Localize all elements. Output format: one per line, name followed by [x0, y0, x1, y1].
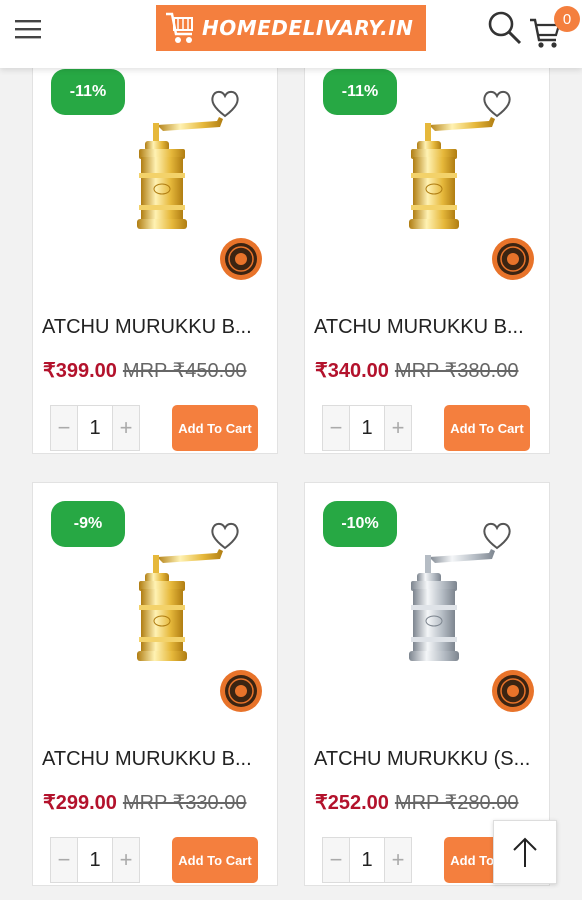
price-row: ₹399.00 MRP ₹450.00: [43, 358, 277, 383]
qty-value[interactable]: 1: [349, 838, 385, 882]
qty-value[interactable]: 1: [77, 406, 113, 450]
discount-badge: -11%: [323, 69, 397, 115]
quality-seal-icon: [220, 238, 262, 280]
price-row: ₹252.00 MRP ₹280.00: [315, 790, 549, 815]
mrp-price: MRP ₹450.00: [122, 360, 247, 382]
product-title[interactable]: ATCHU MURUKKU B...: [42, 748, 274, 771]
qty-increase-button[interactable]: +: [113, 406, 139, 450]
discount-badge: -10%: [323, 501, 397, 547]
quality-seal-icon: [492, 238, 534, 280]
product-image[interactable]: [121, 545, 231, 685]
price-row: ₹340.00 MRP ₹380.00: [315, 358, 549, 383]
quantity-stepper: − 1 +: [50, 405, 140, 451]
sale-price: ₹252.00: [315, 792, 389, 814]
qty-decrease-button[interactable]: −: [323, 406, 349, 450]
product-image[interactable]: [121, 113, 231, 253]
qty-decrease-button[interactable]: −: [51, 838, 77, 882]
qty-increase-button[interactable]: +: [385, 838, 411, 882]
quantity-stepper: − 1 +: [322, 837, 412, 883]
qty-decrease-button[interactable]: −: [323, 838, 349, 882]
search-button[interactable]: [487, 10, 523, 46]
quantity-stepper: − 1 +: [50, 837, 140, 883]
product-title[interactable]: ATCHU MURUKKU B...: [42, 316, 274, 339]
qty-increase-button[interactable]: +: [385, 406, 411, 450]
quality-seal-icon: [492, 670, 534, 712]
product-image[interactable]: [393, 545, 503, 685]
qty-value[interactable]: 1: [77, 838, 113, 882]
sale-price: ₹299.00: [43, 792, 117, 814]
cart-count-badge: 0: [554, 6, 580, 32]
quality-seal-icon: [220, 670, 262, 712]
price-row: ₹299.00 MRP ₹330.00: [43, 790, 277, 815]
discount-badge: -11%: [51, 69, 125, 115]
logo-text: HOMEDELIVARY.IN: [202, 16, 414, 40]
mrp-price: MRP ₹380.00: [394, 360, 519, 382]
sale-price: ₹340.00: [315, 360, 389, 382]
logo-cart-icon: [166, 12, 193, 43]
search-icon: [488, 11, 522, 45]
qty-value[interactable]: 1: [349, 406, 385, 450]
product-card[interactable]: -11% ATCHU MURUK: [32, 60, 278, 454]
product-title[interactable]: ATCHU MURUKKU (S...: [314, 748, 546, 771]
add-to-cart-button[interactable]: Add To Cart: [172, 837, 258, 883]
arrow-up-icon: [513, 837, 537, 867]
product-title[interactable]: ATCHU MURUKKU B...: [314, 316, 546, 339]
discount-badge: -9%: [51, 501, 125, 547]
scroll-to-top-button[interactable]: [493, 820, 557, 884]
menu-button[interactable]: [14, 17, 44, 41]
sale-price: ₹399.00: [43, 360, 117, 382]
product-card[interactable]: -11% ATCHU MURUK: [304, 60, 550, 454]
product-card[interactable]: -9% ATCHU MURUKKU B... ₹299.00 MRP ₹330.…: [32, 482, 278, 886]
product-image[interactable]: [393, 113, 503, 253]
hamburger-icon: [15, 20, 41, 39]
add-to-cart-button[interactable]: Add To Cart: [172, 405, 258, 451]
top-header: HOMEDELIVARY.IN 0: [0, 0, 582, 68]
mrp-price: MRP ₹330.00: [122, 792, 247, 814]
qty-increase-button[interactable]: +: [113, 838, 139, 882]
mrp-price: MRP ₹280.00: [394, 792, 519, 814]
qty-decrease-button[interactable]: −: [51, 406, 77, 450]
site-logo[interactable]: HOMEDELIVARY.IN: [156, 5, 426, 51]
add-to-cart-button[interactable]: Add To Cart: [444, 405, 530, 451]
quantity-stepper: − 1 +: [322, 405, 412, 451]
